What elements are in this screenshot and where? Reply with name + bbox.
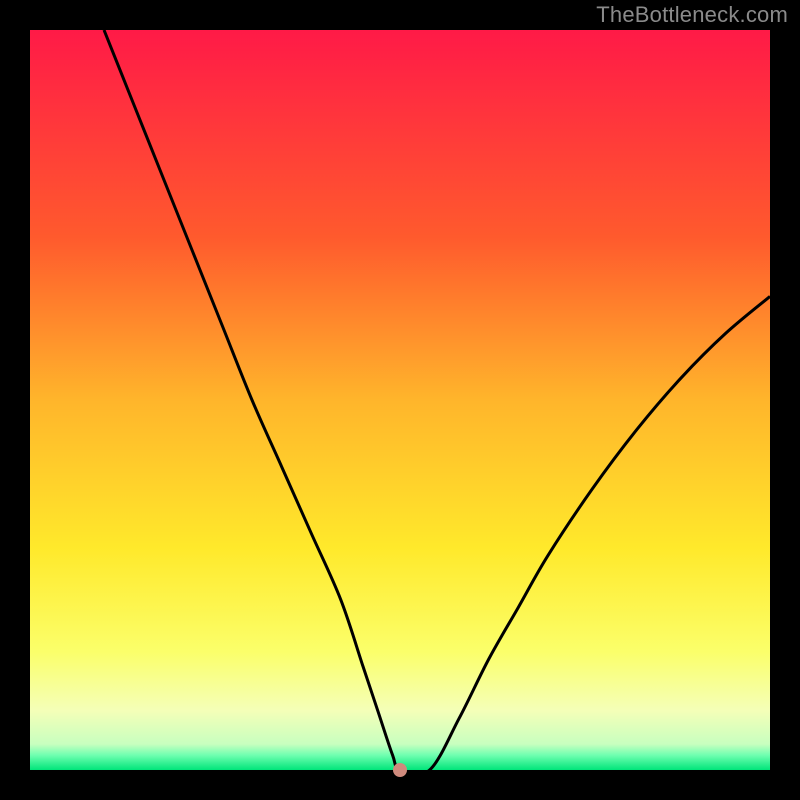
- optimum-marker: [393, 763, 407, 777]
- plot-background: [30, 30, 770, 770]
- bottleneck-plot: [30, 30, 770, 770]
- watermark-text: TheBottleneck.com: [596, 2, 788, 28]
- chart-frame: TheBottleneck.com: [0, 0, 800, 800]
